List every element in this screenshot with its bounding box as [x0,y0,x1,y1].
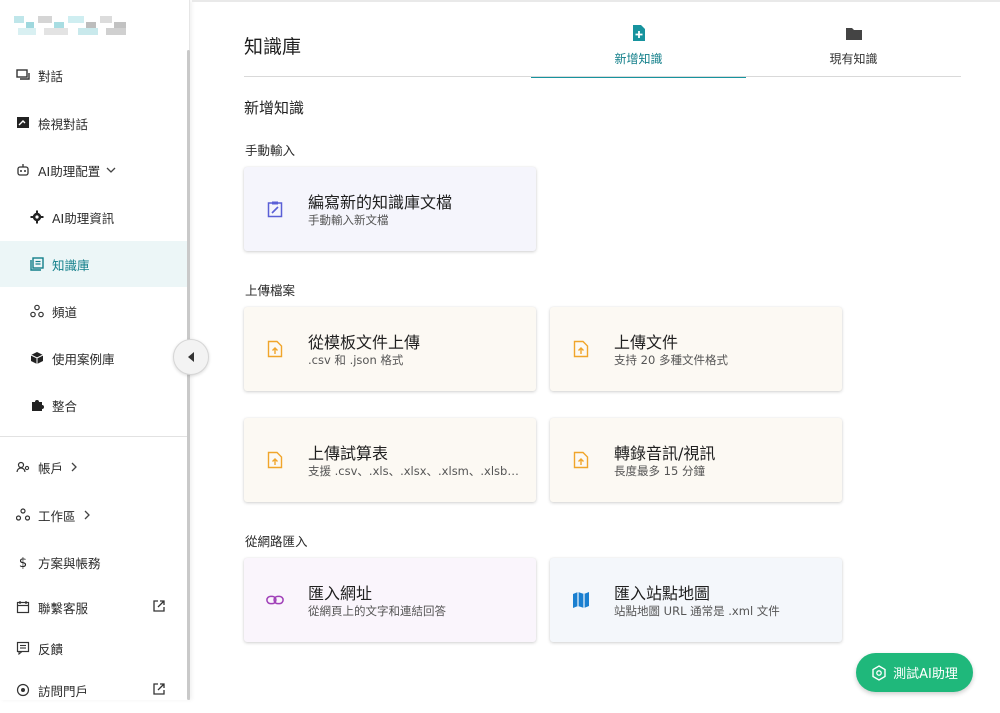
sidebar-item-label: 帳戶 [38,460,64,476]
account-icon [16,460,30,474]
upload-file-icon [572,340,590,358]
brand-logo [14,16,126,36]
card-subtitle: 站點地圖 URL 通常是 .xml 文件 [614,604,780,618]
robot-icon [16,163,30,177]
sidebar-item-integrations[interactable]: 整合 [0,382,188,428]
chevron-down-icon [106,165,116,175]
link-icon [266,591,284,609]
card-write-new-doc[interactable]: 編寫新的知識庫文檔 手動輸入新文檔 [244,167,536,251]
edit-clipboard-icon [266,200,284,218]
sidebar-item-label: AI助理資訊 [52,210,115,226]
card-transcribe-media[interactable]: 轉錄音訊/視訊 長度最多 15 分鐘 [550,418,842,502]
folder-icon [845,24,863,42]
card-title: 轉錄音訊/視訊 [614,444,716,463]
library-icon [30,257,44,271]
external-link-icon [152,682,166,699]
external-link-icon [152,599,166,616]
chevron-right-icon [82,510,92,520]
sidebar-item-label: 反饋 [38,641,64,657]
sidebar-item-feedback[interactable]: 反饋 [0,625,188,671]
review-chat-icon [16,116,30,130]
main-content: 知識庫 新增知識 現有知識 新增知識 手動輸入 編寫新的知識庫文檔 手動輸入新文… [192,0,1000,700]
caret-left-icon [186,351,196,363]
sidebar-item-label: 知識庫 [52,257,90,273]
sidebar-item-label: 方案與帳務 [38,555,101,571]
card-upload-spreadsheet[interactable]: 上傳試算表 支援 .csv、.xls、.xlsx、.xlsm、.xlsb、.od… [244,418,536,502]
sidebar-item-knowledge-base[interactable]: 知識庫 [0,241,188,287]
upload-file-icon [266,340,284,358]
box-icon [30,351,44,365]
channels-icon [30,304,44,318]
sidebar-item-label: 訪問門戶 [38,683,89,699]
sidebar-item-ai-config[interactable]: AI助理配置 [0,147,188,193]
card-title: 編寫新的知識庫文檔 [308,193,453,212]
svg-text:$: $ [19,556,27,569]
tab-label: 現有知識 [829,52,878,66]
sidebar-item-label: 聯繫客服 [38,600,89,616]
card-import-url[interactable]: 匯入網址 從網頁上的文字和連結回答 [244,558,536,642]
file-plus-icon [632,24,646,42]
upload-file-icon [572,451,590,469]
sidebar-item-label: 工作區 [38,508,76,524]
sidebar: 對話 檢視對話 AI助理配置 AI助理資訊 知識庫 頻道 使用案例庫 整合 帳戶… [0,0,190,700]
assistant-icon [871,664,887,681]
card-upload-file[interactable]: 上傳文件 支持 20 多種文件格式 [550,307,842,391]
sidebar-item-workspace[interactable]: 工作區 [0,492,188,538]
card-subtitle: 長度最多 15 分鐘 [614,464,705,478]
group-label-manual: 手動輸入 [245,143,296,158]
tab-label: 新增知識 [614,52,663,66]
support-icon [16,600,30,614]
sidebar-collapse-button[interactable] [173,339,209,375]
sidebar-scrollbar[interactable] [187,50,190,700]
sidebar-item-label: 檢視對話 [38,116,89,132]
map-icon [572,591,590,609]
card-import-sitemap[interactable]: 匯入站點地圖 站點地圖 URL 通常是 .xml 文件 [550,558,842,642]
sidebar-item-ai-info[interactable]: AI助理資訊 [0,194,188,240]
group-label-web: 從網路匯入 [245,534,308,549]
sidebar-item-use-cases[interactable]: 使用案例庫 [0,335,188,381]
portal-icon [16,683,30,697]
tabs-divider [244,76,961,77]
card-title: 匯入網址 [308,584,373,603]
chat-bubble-icon [16,68,30,82]
feedback-icon [16,641,30,655]
dollar-icon: $ [16,555,30,569]
tab-add-knowledge[interactable]: 新增知識 [531,24,746,78]
top-border [192,0,1000,2]
page-title: 知識庫 [244,36,302,58]
card-title: 匯入站點地圖 [614,584,711,603]
sidebar-item-channels[interactable]: 頻道 [0,288,188,334]
group-label-upload: 上傳檔案 [245,283,296,298]
sidebar-item-label: 使用案例庫 [52,351,115,367]
card-subtitle: 支援 .csv、.xls、.xlsx、.xlsm、.xlsb、.ods [308,464,523,478]
sidebar-item-chat[interactable]: 對話 [0,52,188,98]
test-assistant-button[interactable]: 測試AI助理 [856,653,973,692]
sidebar-item-review-chat[interactable]: 檢視對話 [0,100,188,146]
tab-existing-knowledge[interactable]: 現有知識 [746,24,961,78]
sidebar-item-portal[interactable]: 訪問門戶 [0,667,188,713]
sidebar-item-label: 頻道 [52,304,78,320]
gear-icon [30,210,44,224]
sidebar-item-account[interactable]: 帳戶 [0,444,188,490]
chevron-right-icon [69,462,79,472]
test-assistant-label: 測試AI助理 [893,667,958,682]
card-title: 上傳文件 [614,333,679,352]
sidebar-item-label: AI助理配置 [38,163,101,179]
workspace-icon [16,508,30,522]
upload-file-icon [266,451,284,469]
card-subtitle: 手動輸入新文檔 [308,213,389,227]
sidebar-item-billing[interactable]: $ 方案與帳務 [0,539,188,585]
card-subtitle: 從網頁上的文字和連結回答 [308,604,446,618]
puzzle-icon [30,398,44,412]
sidebar-divider [0,436,188,437]
sidebar-item-label: 對話 [38,68,64,84]
card-upload-template[interactable]: 從模板文件上傳 .csv 和 .json 格式 [244,307,536,391]
card-subtitle: 支持 20 多種文件格式 [614,353,728,367]
card-subtitle: .csv 和 .json 格式 [308,353,404,367]
section-title: 新增知識 [244,99,305,117]
sidebar-item-support[interactable]: 聯繫客服 [0,584,188,630]
sidebar-item-label: 整合 [52,398,78,414]
card-title: 上傳試算表 [308,444,389,463]
card-title: 從模板文件上傳 [308,333,421,352]
